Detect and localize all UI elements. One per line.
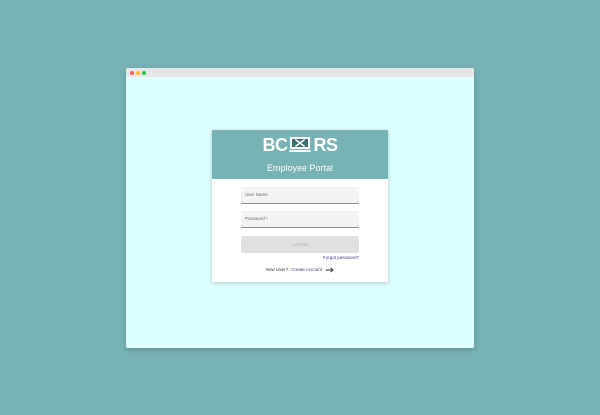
logo-text-right: RS [313,135,338,155]
forgot-password-link[interactable]: Forgot password? [323,255,359,261]
create-account-link[interactable]: Create Account [291,267,322,272]
new-user-label: New User? [265,267,288,273]
minimize-window-icon[interactable] [136,70,140,75]
password-field[interactable]: Password * [241,211,359,228]
window-titlebar [126,68,474,77]
browser-window: BC RS Employee Portal User Name Password… [126,68,474,348]
bcrs-logo: BC RS [212,136,388,154]
arrow-right-icon[interactable] [325,267,334,273]
password-label: Password * [245,216,268,221]
monitor-tools-icon [288,136,312,154]
login-button[interactable]: LOGIN [241,236,359,253]
username-field[interactable]: User Name [241,187,359,204]
close-window-icon[interactable] [130,70,134,75]
logo-text-left: BC [262,135,288,155]
login-card: BC RS Employee Portal User Name Password… [212,130,388,282]
portal-title: Employee Portal [266,163,334,173]
maximize-window-icon[interactable] [142,70,146,75]
username-label: User Name [245,192,268,197]
signup-row: New User? Create Account [212,267,388,273]
login-card-header: BC RS Employee Portal [212,130,388,179]
